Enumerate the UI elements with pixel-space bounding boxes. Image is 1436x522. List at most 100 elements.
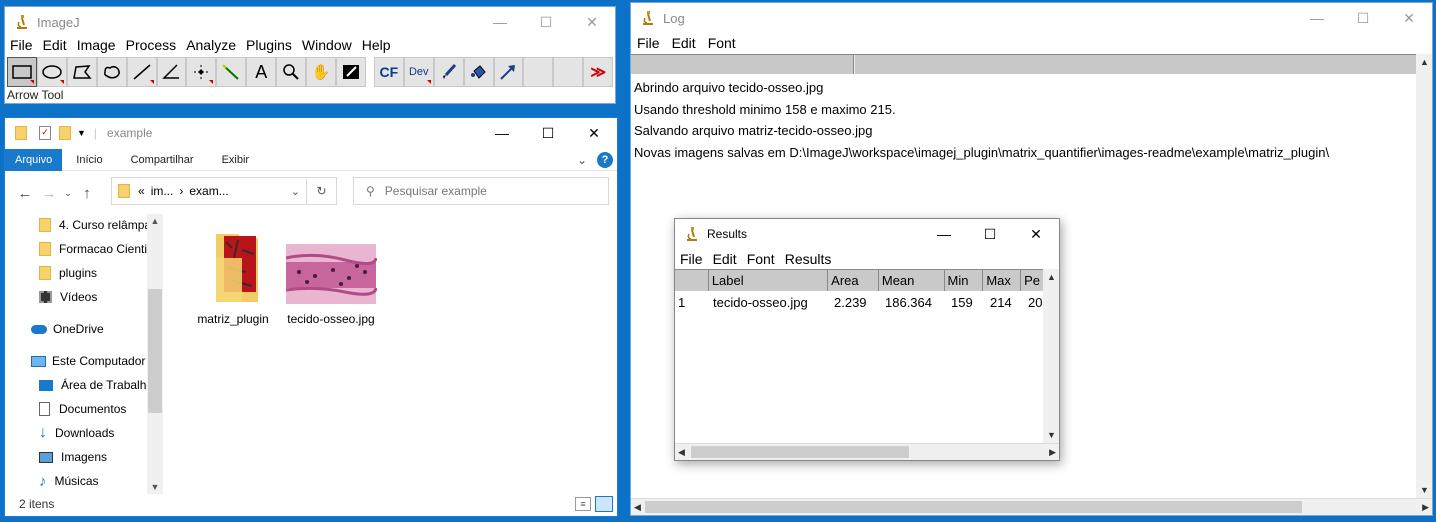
address-bar[interactable]: « im... › exam... ⌄ — [111, 177, 307, 205]
menu-edit[interactable]: Edit — [666, 32, 702, 54]
column-header-label[interactable]: Label — [709, 270, 829, 291]
column-header-mean[interactable]: Mean — [879, 270, 945, 291]
details-view-icon[interactable]: ≡ — [575, 497, 591, 511]
menu-edit[interactable]: Edit — [38, 36, 72, 56]
brush-tool-icon[interactable] — [433, 57, 464, 87]
close-icon[interactable]: ✕ — [1013, 219, 1059, 249]
nav-scrollbar[interactable]: ▲ ▼ — [147, 214, 163, 494]
maximize-icon[interactable]: ☐ — [967, 219, 1013, 249]
column-divider[interactable] — [853, 55, 855, 74]
column-header-perimeter[interactable]: Pe — [1021, 270, 1043, 291]
tab-inicio[interactable]: Início — [62, 149, 116, 171]
menu-analyze[interactable]: Analyze — [181, 36, 241, 56]
menu-window[interactable]: Window — [297, 36, 357, 56]
refresh-button[interactable]: ↻ — [307, 177, 337, 205]
breadcrumb-example[interactable]: exam... — [189, 184, 228, 198]
close-icon[interactable]: ✕ — [1386, 3, 1432, 33]
menu-file[interactable]: File — [631, 32, 666, 54]
menu-plugins[interactable]: Plugins — [241, 36, 297, 56]
menu-file[interactable]: File — [5, 36, 38, 56]
results-vertical-scrollbar[interactable]: ▲ ▼ — [1043, 269, 1059, 443]
maximize-icon[interactable]: ☐ — [525, 118, 571, 148]
help-icon[interactable]: ? — [597, 151, 613, 168]
menu-font[interactable]: Font — [742, 249, 780, 269]
cell-perimeter: 20 — [1028, 295, 1043, 310]
properties-icon[interactable]: ✓ — [39, 126, 51, 140]
magnifier-tool-icon[interactable] — [276, 57, 307, 87]
empty-tool-slot[interactable] — [523, 57, 554, 87]
scrollbar-thumb[interactable] — [645, 501, 1302, 513]
tab-arquivo[interactable]: Arquivo — [5, 148, 63, 171]
menu-file[interactable]: File — [675, 249, 708, 269]
scroll-right-icon[interactable]: ▶ — [1049, 447, 1056, 458]
dev-tool-icon[interactable]: Dev — [403, 57, 434, 87]
back-icon[interactable]: ← — [13, 185, 37, 202]
scroll-down-icon[interactable]: ▼ — [1047, 430, 1056, 440]
menu-process[interactable]: Process — [121, 36, 182, 56]
scroll-down-icon[interactable]: ▼ — [1420, 485, 1429, 495]
text-tool-icon[interactable]: A — [246, 57, 277, 87]
flood-fill-tool-icon[interactable] — [463, 57, 494, 87]
results-horizontal-scrollbar[interactable]: ◀ ▶ — [675, 443, 1059, 460]
polygon-tool-icon[interactable] — [66, 57, 97, 87]
file-item-tecido-osseo[interactable]: tecido-osseo.jpg — [281, 228, 381, 326]
expand-ribbon-icon[interactable]: ⌄ — [577, 153, 587, 167]
tab-compartilhar[interactable]: Compartilhar — [117, 149, 208, 171]
scroll-right-icon[interactable]: ▶ — [1422, 502, 1429, 513]
menu-font[interactable]: Font — [702, 32, 742, 54]
cf-tool-icon[interactable]: CF — [373, 57, 404, 87]
oval-tool-icon[interactable] — [36, 57, 67, 87]
scroll-up-icon[interactable]: ▲ — [1047, 272, 1056, 282]
column-header-index[interactable] — [675, 270, 709, 291]
menu-image[interactable]: Image — [72, 36, 121, 56]
scroll-up-icon[interactable]: ▲ — [1420, 57, 1429, 67]
log-horizontal-scrollbar[interactable]: ◀ ▶ — [631, 498, 1432, 515]
scroll-up-icon[interactable]: ▲ — [147, 216, 163, 226]
up-icon[interactable]: ↑ — [75, 185, 99, 202]
breadcrumb-overflow[interactable]: « — [138, 184, 145, 198]
scroll-down-icon[interactable]: ▼ — [147, 482, 163, 492]
maximize-icon[interactable]: ☐ — [1340, 3, 1386, 33]
menu-help[interactable]: Help — [357, 36, 396, 56]
minimize-icon[interactable]: — — [479, 118, 525, 148]
column-header-area[interactable]: Area — [828, 270, 879, 291]
chevron-down-icon[interactable]: ⌄ — [291, 185, 300, 198]
color-picker-tool-icon[interactable] — [335, 57, 366, 87]
hand-tool-icon[interactable]: ✋ — [306, 57, 336, 87]
empty-tool-slot[interactable] — [553, 57, 584, 87]
file-item-matriz-plugin[interactable]: matriz_plugin — [183, 228, 283, 326]
scrollbar-thumb[interactable] — [148, 289, 162, 413]
minimize-icon[interactable]: — — [477, 7, 523, 37]
menu-edit[interactable]: Edit — [708, 249, 742, 269]
wand-tool-icon[interactable] — [216, 57, 247, 87]
breadcrumb-images[interactable]: im... — [151, 184, 174, 198]
table-row[interactable]: 1 tecido-osseo.jpg 2.239 186.364 159 214… — [675, 295, 1045, 310]
recent-dropdown-icon[interactable]: ⌄ — [61, 188, 75, 199]
minimize-icon[interactable]: — — [921, 219, 967, 249]
folder-icon — [39, 266, 51, 280]
multipoint-tool-icon[interactable] — [186, 57, 217, 87]
forward-icon[interactable]: → — [37, 185, 61, 202]
scrollbar-thumb[interactable] — [691, 446, 909, 458]
tab-exibir[interactable]: Exibir — [208, 149, 264, 171]
maximize-icon[interactable]: ☐ — [523, 7, 569, 37]
more-tools-icon[interactable]: ≫ — [583, 57, 614, 87]
close-icon[interactable]: ✕ — [571, 118, 617, 148]
log-vertical-scrollbar[interactable]: ▲ ▼ — [1416, 54, 1432, 498]
search-input[interactable]: ⚲ Pesquisar example — [353, 177, 609, 205]
freehand-tool-icon[interactable] — [96, 57, 127, 87]
column-header-min[interactable]: Min — [945, 270, 984, 291]
angle-tool-icon[interactable] — [156, 57, 187, 87]
close-icon[interactable]: ✕ — [569, 7, 615, 37]
new-folder-icon[interactable] — [59, 126, 71, 140]
scroll-left-icon[interactable]: ◀ — [678, 447, 685, 458]
quick-access-dropdown-icon[interactable]: ▼ — [77, 128, 86, 138]
line-tool-icon[interactable] — [126, 57, 157, 87]
scroll-left-icon[interactable]: ◀ — [634, 502, 641, 513]
arrow-tool-icon[interactable] — [493, 57, 524, 87]
menu-results[interactable]: Results — [780, 249, 837, 269]
column-header-max[interactable]: Max — [983, 270, 1022, 291]
minimize-icon[interactable]: — — [1294, 3, 1340, 33]
large-icons-view-icon[interactable] — [595, 496, 613, 512]
rectangle-tool-icon[interactable] — [7, 57, 37, 87]
